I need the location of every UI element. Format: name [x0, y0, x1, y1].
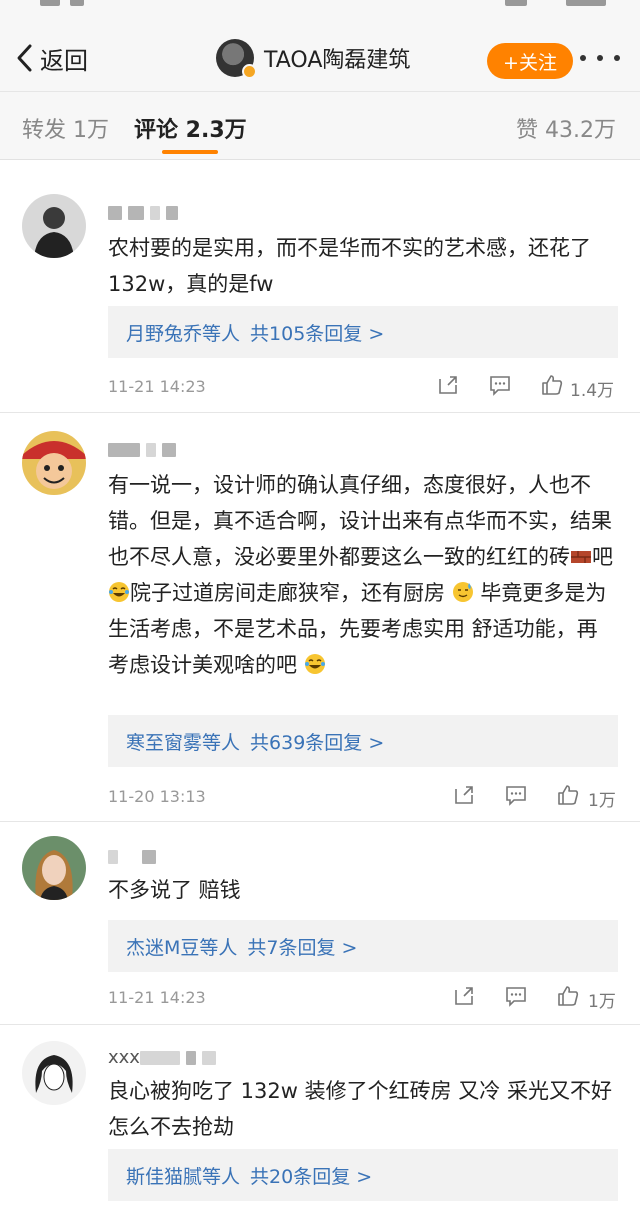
username-redacted[interactable] — [108, 439, 182, 459]
comment-text: 农村要的是实用，而不是华而不实的艺术感，还花了132w，真的是fw — [108, 236, 591, 296]
avatar[interactable] — [22, 1041, 86, 1105]
status-bar-fragment — [505, 0, 527, 6]
account-name: TAOA陶磊建筑 — [264, 48, 411, 73]
share-icon[interactable] — [436, 373, 460, 397]
comment-item: xxx 良心被狗吃了 132w 装修了个红砖房 又冷 采光又不好 怎么不去抢劫 … — [0, 1025, 640, 1225]
comment-text-part: 院子过道房间走廊狭窄，还有厨房 — [130, 581, 445, 605]
reply-names: 寒至窗雾等人 — [126, 731, 241, 754]
like-count: 1万 — [588, 791, 616, 811]
tab-comment[interactable]: 评论 2.3万 — [134, 112, 247, 144]
account-title[interactable]: TAOA陶磊建筑 — [216, 36, 410, 80]
like-count: 1万 — [588, 992, 616, 1012]
more-dots-icon[interactable] — [580, 46, 620, 70]
comment-meta: 11-21 14:23 1.4万 — [108, 373, 618, 401]
sweat-smile-emoji-icon — [452, 582, 473, 602]
comment-icon[interactable] — [488, 373, 512, 397]
comment-item: 农村要的是实用，而不是华而不实的艺术感，还花了132w，真的是fw 月野兔乔等人… — [0, 160, 640, 413]
reply-summary[interactable]: 寒至窗雾等人 共639条回复 > — [108, 715, 618, 767]
laugh-cry-emoji-icon — [109, 582, 129, 602]
username-redacted[interactable]: xxx — [108, 1047, 222, 1068]
reply-summary[interactable]: 杰迷M豆等人 共7条回复 > — [108, 920, 618, 972]
laugh-cry-emoji-icon — [304, 654, 325, 674]
comment-time: 11-20 13:13 — [108, 787, 206, 806]
comment-meta: 11-20 13:13 1万 — [108, 783, 618, 811]
comment-icon[interactable] — [504, 984, 528, 1008]
username-redacted[interactable] — [108, 846, 162, 866]
tab-active-indicator — [162, 150, 218, 154]
username-redacted[interactable] — [108, 202, 184, 222]
reply-count: 共105条回复 > — [250, 322, 385, 345]
like-count: 1.4万 — [570, 381, 615, 401]
comment-meta: 11-21 14:23 1万 — [108, 984, 618, 1012]
status-bar-fragment — [70, 0, 84, 6]
comment-time: 11-21 14:23 — [108, 988, 206, 1007]
comment-text-part: 吧 — [592, 545, 613, 569]
reply-count: 共20条回复 > — [250, 1165, 373, 1188]
tab-bar: 转发 1万 评论 2.3万 赞 43.2万 — [0, 92, 640, 160]
comment-item: 不多说了 赔钱 杰迷M豆等人 共7条回复 > 11-21 14:23 1万 — [0, 822, 640, 1025]
reply-names: 斯佳猫腻等人 — [126, 1165, 241, 1188]
back-button[interactable]: 返回 — [14, 40, 88, 76]
brick-emoji-icon — [571, 551, 591, 563]
status-bar — [0, 0, 640, 22]
reply-summary[interactable]: 斯佳猫腻等人 共20条回复 > — [108, 1149, 618, 1201]
like-thumb-icon[interactable] — [556, 984, 580, 1008]
back-chevron-icon — [17, 44, 32, 72]
avatar[interactable] — [22, 431, 86, 495]
account-avatar — [216, 39, 257, 79]
verified-badge-icon — [242, 64, 257, 79]
comment-icon[interactable] — [504, 783, 528, 807]
comment-text-part: 有一说一，设计师的确认真仔细，态度很好，人也不错。但是，真不适合啊，设计出来有点… — [108, 473, 612, 569]
like-thumb-icon[interactable] — [556, 783, 580, 807]
comment-time: 11-21 14:23 — [108, 377, 206, 396]
reply-count: 共639条回复 > — [250, 731, 385, 754]
status-bar-fragment — [566, 0, 606, 6]
username-prefix: xxx — [108, 1047, 140, 1068]
comment-item: 有一说一，设计师的确认真仔细，态度很好，人也不错。但是，真不适合啊，设计出来有点… — [0, 413, 640, 822]
comment-list: 农村要的是实用，而不是华而不实的艺术感，还花了132w，真的是fw 月野兔乔等人… — [0, 160, 640, 1225]
nav-bar: 返回 TAOA陶磊建筑 +关注 — [0, 22, 640, 92]
tab-repost[interactable]: 转发 1万 — [22, 112, 109, 144]
comment-text: 良心被狗吃了 132w 装修了个红砖房 又冷 采光又不好 怎么不去抢劫 — [108, 1079, 612, 1139]
comment-text: 有一说一，设计师的确认真仔细，态度很好，人也不错。但是，真不适合啊，设计出来有点… — [108, 467, 618, 683]
like-thumb-icon[interactable] — [540, 373, 564, 397]
tab-like[interactable]: 赞 43.2万 — [516, 112, 616, 144]
back-label: 返回 — [40, 46, 88, 75]
share-icon[interactable] — [452, 984, 476, 1008]
reply-summary[interactable]: 月野兔乔等人 共105条回复 > — [108, 306, 618, 358]
comment-text: 不多说了 赔钱 — [108, 878, 241, 902]
avatar[interactable] — [22, 836, 86, 900]
reply-count: 共7条回复 > — [247, 936, 358, 959]
follow-button[interactable]: +关注 — [487, 43, 573, 79]
avatar[interactable] — [22, 194, 86, 258]
status-bar-fragment — [40, 0, 60, 6]
reply-names: 月野兔乔等人 — [126, 322, 241, 345]
share-icon[interactable] — [452, 783, 476, 807]
reply-names: 杰迷M豆等人 — [126, 936, 238, 959]
